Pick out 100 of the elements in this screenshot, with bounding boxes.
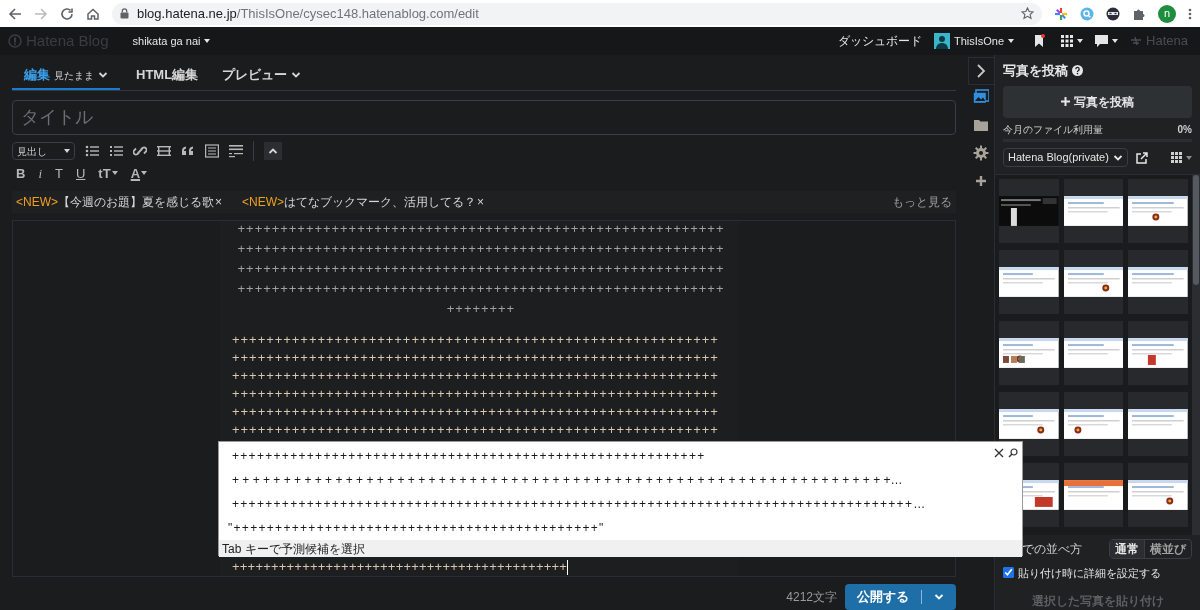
caret-icon — [1077, 39, 1084, 43]
usage-label: 今月のファイル利用量 — [1003, 122, 1103, 137]
collapse-button[interactable] — [264, 142, 282, 160]
comments-menu[interactable] — [1095, 35, 1119, 47]
news-link[interactable]: はてなブックマーク、活用してる？ — [284, 193, 477, 211]
text-line: +++++++++++++++++++++++++++++++++++++++++++++++++++++++++ — [236, 240, 726, 258]
thumbnail[interactable] — [1128, 178, 1188, 243]
editor-tab[interactable]: プレビュー — [214, 62, 310, 90]
thumbnail[interactable] — [999, 391, 1059, 456]
chevron-up-icon — [268, 146, 278, 156]
editor-tab[interactable]: 編集 見たまま — [12, 62, 120, 90]
collapse-panel-button[interactable] — [967, 57, 995, 85]
thumbnail[interactable] — [1063, 391, 1124, 456]
asterisk-icon[interactable] — [1054, 6, 1068, 21]
close-button[interactable]: × — [477, 193, 485, 211]
lock-icon — [120, 8, 129, 19]
italic-button[interactable]: i — [38, 166, 42, 180]
bookmark-icon[interactable] — [1034, 34, 1046, 48]
thumbnail[interactable] — [1063, 320, 1124, 385]
avatar-icon — [933, 33, 950, 49]
paste-detail-checkbox[interactable] — [1003, 567, 1014, 579]
strikethrough-button[interactable]: T — [55, 166, 63, 180]
text-line: ++++++++ — [445, 300, 517, 318]
numbered-list-icon[interactable] — [109, 144, 123, 158]
user-menu[interactable]: ThisIsOne — [933, 32, 1015, 50]
title-field[interactable]: タイトル — [12, 100, 956, 135]
text-line: +++++++++++++++++++++++++++++++++++++++++++++++++++++++++ — [232, 403, 720, 421]
panel-title: 写真を投稿 — [1003, 62, 1068, 81]
suggestion-item[interactable]: ++++++++++++++++++++++++++++++++++++++++++++++++++++++++++++++++++++++++++++++++++… — [232, 492, 1022, 516]
caret-icon — [1112, 39, 1119, 43]
read-more-icon[interactable] — [229, 144, 243, 158]
back-icon[interactable] — [8, 6, 22, 21]
hatena-logo-icon — [1130, 36, 1143, 46]
publish-button[interactable]: 公開する — [845, 584, 921, 610]
logo-icon — [8, 34, 22, 48]
view-mode-button[interactable] — [1171, 152, 1192, 164]
thumbnail[interactable] — [1063, 462, 1124, 527]
bold-button[interactable]: B — [16, 166, 26, 180]
folder-icon[interactable] — [973, 117, 989, 133]
text-line: +++++++++++++++++++++++++++++++++++++++++++ — [232, 558, 568, 576]
masked-figure-icon[interactable] — [1106, 6, 1120, 21]
layout-option[interactable]: 横並び — [1144, 539, 1191, 558]
scrollbar-thumb[interactable] — [1193, 174, 1199, 285]
home-icon[interactable] — [86, 6, 100, 21]
close-button[interactable]: × — [215, 193, 223, 211]
more-menu-icon[interactable] — [1188, 6, 1192, 21]
dashboard-link[interactable]: ダッシュボード — [837, 32, 922, 50]
thumbnail[interactable] — [1128, 320, 1188, 385]
thumbnail[interactable] — [999, 249, 1059, 314]
photos-icon[interactable] — [973, 89, 989, 105]
settings-icon[interactable] — [973, 145, 989, 161]
profile-avatar[interactable]: n — [1158, 4, 1176, 23]
add-icon[interactable] — [973, 173, 989, 189]
suggestion-item[interactable]: + + + + + + + + + + + + + + + + + + + + + + + + + + + + + + + + + + + + + + + + + + + + + + + + + + + + + + + + + + + + + + + +… — [232, 468, 1022, 492]
thumbnail[interactable] — [999, 320, 1059, 385]
horizontal-rule-icon[interactable] — [157, 144, 171, 158]
speech-bubble-icon — [1095, 35, 1109, 47]
quote-icon[interactable] — [181, 144, 195, 158]
bulleted-list-icon[interactable] — [85, 144, 99, 158]
caret-icon — [111, 171, 118, 175]
help-icon[interactable] — [1072, 65, 1083, 77]
caret-icon — [141, 171, 148, 175]
news-link[interactable]: 【今週のお題】夏を感じる歌 — [58, 193, 214, 211]
layout-label: での並べ方 — [1022, 540, 1082, 558]
upload-photo-button[interactable]: 写真を投稿 — [1003, 85, 1192, 118]
text-cursor — [567, 559, 569, 575]
text-line: +++++++++++++++++++++++++++++++++++++++++++++++++++++++++ — [236, 221, 726, 238]
chevron-down-icon — [934, 592, 944, 602]
usage-value: 0% — [1177, 122, 1192, 137]
thumbnail[interactable] — [1128, 391, 1188, 456]
table-of-contents-icon[interactable] — [205, 144, 219, 158]
link-icon[interactable] — [133, 144, 147, 158]
more-link[interactable]: もっと見る — [892, 193, 952, 211]
editor-tab[interactable]: HTML編集 — [128, 62, 207, 90]
blog-switcher[interactable]: shikata ga nai — [132, 32, 211, 50]
suggestion-item[interactable]: +++++++++++++++++++++++++++++++++++++++++++++++++++++++++ — [232, 444, 1022, 468]
caret-icon — [204, 39, 211, 43]
close-icon[interactable] — [994, 448, 1004, 458]
reload-icon[interactable] — [60, 6, 74, 21]
font-size-button[interactable]: tT — [98, 166, 118, 180]
thumbnail[interactable] — [1128, 249, 1188, 314]
album-select[interactable]: Hatena Blog(private) — [1003, 148, 1128, 168]
thumbnail[interactable] — [999, 178, 1059, 243]
text-line: +++++++++++++++++++++++++++++++++++++++++++++++++++++++++ — [236, 280, 726, 298]
checkbox-label: 貼り付け時に詳細を設定する — [1018, 565, 1161, 581]
thumbnail[interactable] — [1063, 249, 1124, 314]
text-line: +++++++++++++++++++++++++++++++++++++++++++++++++++++++++ — [232, 421, 720, 439]
text-color-button[interactable]: A — [130, 166, 148, 180]
plus-icon — [1061, 97, 1070, 107]
external-link-icon[interactable] — [1135, 151, 1148, 164]
thumbnail[interactable] — [1128, 462, 1188, 527]
thumbnail[interactable] — [1063, 178, 1124, 243]
underline-button[interactable]: U — [75, 166, 86, 180]
search-icon[interactable] — [1008, 448, 1018, 458]
chevron-right-icon — [976, 64, 986, 78]
star-icon[interactable] — [1021, 7, 1034, 20]
heading-select[interactable]: 見出し — [12, 142, 75, 160]
suggestion-item[interactable]: "++++++++++++++++++++++++++++++++++++++++++++" — [228, 516, 1022, 540]
apps-menu[interactable] — [1061, 35, 1084, 47]
layout-option[interactable]: 通常 — [1110, 539, 1144, 558]
